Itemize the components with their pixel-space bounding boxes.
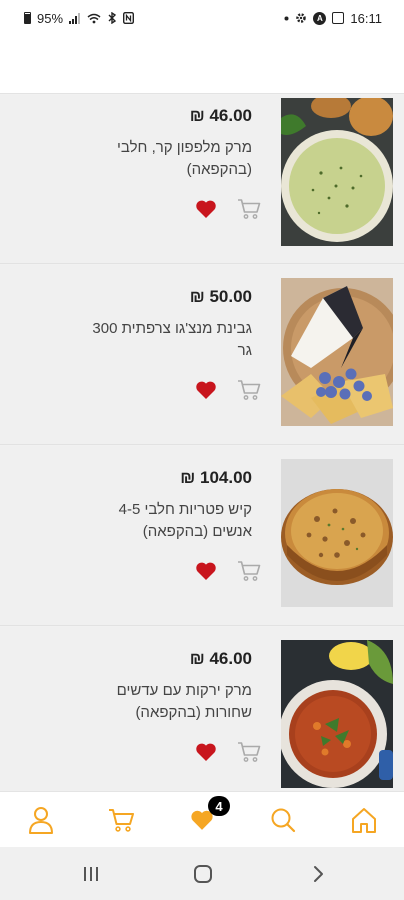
product-list[interactable]: 46.00 ₪ מרק מלפפון קר, חלבי (בהקפאה) 50.…: [0, 95, 404, 791]
product-price: 46.00 ₪: [189, 649, 252, 668]
bottom-nav: 4: [0, 791, 404, 847]
status-bar: 95% A 16:11: [0, 0, 404, 36]
notification-a-icon: A: [313, 11, 327, 25]
nav-user-icon[interactable]: [27, 806, 55, 834]
favorite-heart-icon[interactable]: [195, 199, 217, 219]
add-to-cart-icon[interactable]: [237, 560, 261, 582]
product-name[interactable]: מרק ירקות עם עדשים שחורות (בהקפאה): [82, 680, 252, 724]
app-header: [0, 36, 404, 94]
signal-icon: [69, 12, 81, 24]
add-to-cart-icon[interactable]: [237, 198, 261, 220]
nav-search-icon[interactable]: [269, 806, 297, 834]
product-image-cold-cucumber-soup[interactable]: [281, 98, 393, 246]
product-card[interactable]: 50.00 ₪ גבינת מנצ'גו צרפתית 300 גר: [0, 265, 404, 445]
nav-cart-icon[interactable]: [107, 806, 135, 834]
favorite-heart-icon[interactable]: [195, 380, 217, 400]
battery-icon: [24, 12, 31, 24]
product-name[interactable]: גבינת מנצ'גו צרפתית 300 גר: [82, 318, 252, 362]
favorites-count-badge: 4: [208, 796, 230, 816]
nfc-icon: [123, 12, 135, 24]
product-image-mushroom-quiche[interactable]: [281, 459, 393, 607]
add-to-cart-icon[interactable]: [237, 379, 261, 401]
product-price: 50.00 ₪: [189, 287, 252, 306]
clock: 16:11: [350, 10, 382, 26]
product-card[interactable]: 104.00 ₪ קיש פטריות חלבי 4-5 אנשים (בהקפ…: [0, 446, 404, 626]
product-image-lentil-vegetable-soup[interactable]: [281, 640, 393, 788]
dot-icon: [284, 16, 289, 21]
add-to-cart-icon[interactable]: [237, 741, 261, 763]
bluetooth-icon: [107, 12, 117, 24]
product-price: 104.00 ₪: [180, 468, 252, 487]
gallery-icon: [332, 12, 345, 24]
status-left: 95%: [24, 10, 135, 26]
recent-apps-icon[interactable]: [80, 864, 102, 884]
product-card[interactable]: 46.00 ₪ מרק ירקות עם עדשים שחורות (בהקפא…: [0, 627, 404, 791]
wifi-icon: [87, 13, 101, 24]
product-name[interactable]: מרק מלפפון קר, חלבי (בהקפאה): [82, 137, 252, 181]
product-price: 46.00 ₪: [189, 106, 252, 125]
nav-favorites-heart-icon[interactable]: 4: [188, 796, 230, 834]
gear-icon: [295, 12, 307, 24]
product-card[interactable]: 46.00 ₪ מרק מלפפון קר, חלבי (בהקפאה): [0, 95, 404, 264]
status-right: A 16:11: [284, 11, 382, 26]
nav-home-icon[interactable]: [350, 806, 378, 834]
battery-percent: 95%: [37, 10, 64, 26]
home-button-icon[interactable]: [192, 864, 214, 884]
back-chevron-icon[interactable]: [308, 864, 328, 884]
product-image-manchego-cheese[interactable]: [281, 278, 393, 426]
favorite-heart-icon[interactable]: [195, 742, 217, 762]
product-name[interactable]: קיש פטריות חלבי 4-5 אנשים (בהקפאה): [82, 499, 252, 543]
system-nav-bar: [0, 847, 404, 900]
favorite-heart-icon[interactable]: [195, 561, 217, 581]
